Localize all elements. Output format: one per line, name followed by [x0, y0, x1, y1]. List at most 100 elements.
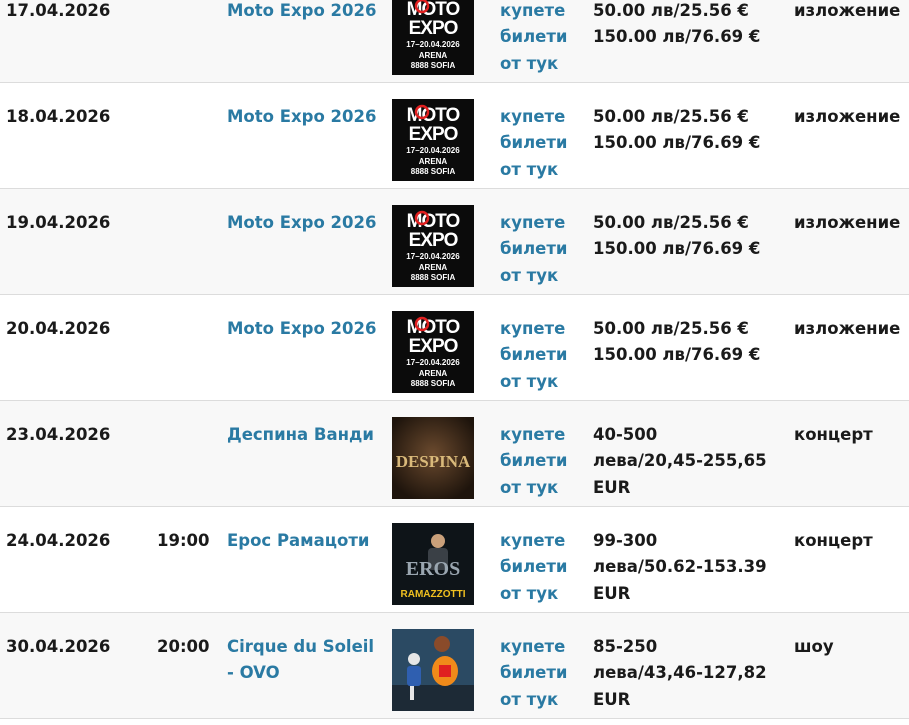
buy-tickets-label: билети: [500, 451, 568, 471]
svg-text:17–20.04.2026: 17–20.04.2026: [406, 146, 460, 155]
table-row: 30.04.2026 20:00 Cirque du Soleil - OVO ку…: [0, 613, 909, 719]
buy-tickets-label: купете: [500, 1, 566, 20]
svg-text:17–20.04.2026: 17–20.04.2026: [406, 358, 460, 367]
buy-tickets-link[interactable]: купете билети от тук: [500, 316, 580, 395]
buy-tickets-label: от тук: [500, 583, 559, 603]
event-title-link[interactable]: Moto Expo 2026: [227, 316, 382, 342]
price-line: 50.00 лв/25.56 €: [593, 213, 749, 232]
event-price: 99-300 лева/50.62-153.39 EUR: [593, 528, 788, 607]
price-line: 50.00 лв/25.56 €: [593, 319, 749, 338]
svg-text:17–20.04.2026: 17–20.04.2026: [406, 40, 460, 49]
price-line: 50.00 лв/25.56 €: [593, 1, 749, 20]
price-line: лева/50.62-153.39: [593, 557, 767, 577]
table-row: 24.04.2026 19:00 Ерос Рамацоти EROS RAMAZZ…: [0, 507, 909, 613]
svg-text:8888 SOFIA: 8888 SOFIA: [411, 167, 456, 176]
buy-tickets-label: билети: [500, 239, 568, 259]
event-price: 50.00 лв/25.56 € 150.00 лв/76.69 €: [593, 316, 788, 369]
buy-tickets-link[interactable]: купете билети от тук: [500, 104, 580, 183]
svg-text:8888 SOFIA: 8888 SOFIA: [411, 379, 456, 388]
event-title-link[interactable]: Moto Expo 2026: [227, 104, 382, 130]
event-title-link[interactable]: Ерос Рамацоти: [227, 528, 382, 554]
event-date: 19.04.2026: [6, 213, 111, 232]
table-row: 23.04.2026 Деспина Ванди DESPINA купете би…: [0, 401, 909, 507]
svg-text:MOTO: MOTO: [407, 105, 460, 126]
buy-tickets-link[interactable]: купете билети от тук: [500, 422, 580, 501]
svg-text:RAMAZZOTTI: RAMAZZOTTI: [401, 589, 466, 600]
buy-tickets-label: билети: [500, 133, 568, 153]
buy-tickets-label: от тук: [500, 477, 559, 497]
price-line: 40-500: [593, 425, 658, 444]
svg-text:ARENA: ARENA: [419, 263, 448, 272]
table-row: 18.04.2026 Moto Expo 2026 MOTO EXPO 17–20…: [0, 83, 909, 189]
price-line: 85-250: [593, 637, 658, 656]
table-row: 20.04.2026 Moto Expo 2026 MOTO EXPO 17–20…: [0, 295, 909, 401]
event-poster-image[interactable]: EROS RAMAZZOTTI: [392, 523, 474, 605]
buy-tickets-label: билети: [500, 27, 568, 47]
event-price: 50.00 лв/25.56 € 150.00 лв/76.69 €: [593, 0, 788, 51]
price-line: EUR: [593, 689, 631, 709]
buy-tickets-label: от тук: [500, 53, 559, 73]
event-type: шоу: [794, 637, 834, 656]
svg-text:ARENA: ARENA: [419, 51, 448, 60]
svg-text:MOTO: MOTO: [407, 317, 460, 338]
buy-tickets-label: билети: [500, 345, 568, 365]
event-type: изложение: [794, 107, 901, 126]
event-date: 18.04.2026: [6, 107, 111, 126]
event-date: 23.04.2026: [6, 425, 111, 444]
buy-tickets-label: билети: [500, 557, 568, 577]
buy-tickets-link[interactable]: купете билети от тук: [500, 634, 580, 713]
buy-tickets-label: купете: [500, 637, 566, 656]
buy-tickets-label: купете: [500, 425, 566, 444]
event-date: 30.04.2026: [6, 637, 111, 656]
event-type: изложение: [794, 213, 901, 232]
event-poster-image[interactable]: MOTO EXPO 17–20.04.2026 ARENA 8888 SOFIA: [392, 0, 474, 75]
event-price: 85-250 лева/43,46-127,82 EUR: [593, 634, 788, 713]
event-time: 19:00: [157, 531, 210, 550]
svg-text:EXPO: EXPO: [409, 336, 458, 357]
svg-text:EROS: EROS: [406, 558, 460, 580]
event-type: концерт: [794, 425, 873, 444]
svg-text:DESPINA: DESPINA: [396, 452, 471, 471]
buy-tickets-label: купете: [500, 319, 566, 338]
event-poster-image[interactable]: MOTO EXPO 17–20.04.2026 ARENA 8888 SOFIA: [392, 99, 474, 181]
svg-text:ARENA: ARENA: [419, 369, 448, 378]
svg-text:MOTO: MOTO: [407, 0, 460, 20]
event-date: 24.04.2026: [6, 531, 111, 550]
buy-tickets-link[interactable]: купете билети от тук: [500, 528, 580, 607]
svg-text:ARENA: ARENA: [419, 157, 448, 166]
price-line: 99-300: [593, 531, 658, 550]
events-table: 17.04.2026 Moto Expo 2026 MOTO EXPO 17–20…: [0, 0, 909, 719]
price-line: 150.00 лв/76.69 €: [593, 27, 761, 47]
svg-text:8888 SOFIA: 8888 SOFIA: [411, 273, 456, 282]
svg-text:EXPO: EXPO: [409, 124, 458, 145]
event-title-link[interactable]: Деспина Ванди: [227, 422, 382, 448]
buy-tickets-label: от тук: [500, 159, 559, 179]
price-line: 150.00 лв/76.69 €: [593, 345, 761, 365]
svg-text:17–20.04.2026: 17–20.04.2026: [406, 252, 460, 261]
event-title-link[interactable]: Cirque du Soleil - OVO: [227, 634, 382, 687]
buy-tickets-label: от тук: [500, 265, 559, 285]
price-line: EUR: [593, 477, 631, 497]
event-title-link[interactable]: Moto Expo 2026: [227, 210, 382, 236]
event-type: концерт: [794, 531, 873, 550]
buy-tickets-link[interactable]: купете билети от тук: [500, 0, 580, 77]
event-poster-image[interactable]: [392, 629, 474, 711]
svg-text:8888 SOFIA: 8888 SOFIA: [411, 61, 456, 70]
price-line: лева/43,46-127,82: [593, 663, 767, 683]
event-poster-image[interactable]: MOTO EXPO 17–20.04.2026 ARENA 8888 SOFIA: [392, 311, 474, 393]
event-date: 20.04.2026: [6, 319, 111, 338]
table-row: 19.04.2026 Moto Expo 2026 MOTO EXPO 17–20…: [0, 189, 909, 295]
svg-text:MOTO: MOTO: [407, 211, 460, 232]
buy-tickets-label: купете: [500, 531, 566, 550]
price-line: 150.00 лв/76.69 €: [593, 133, 761, 153]
event-poster-image[interactable]: DESPINA: [392, 417, 474, 499]
event-time: 20:00: [157, 637, 210, 656]
event-title-link[interactable]: Moto Expo 2026: [227, 0, 382, 24]
buy-tickets-link[interactable]: купете билети от тук: [500, 210, 580, 289]
svg-text:EXPO: EXPO: [409, 230, 458, 251]
event-price: 40-500 лева/20,45-255,65 EUR: [593, 422, 788, 501]
price-line: EUR: [593, 583, 631, 603]
event-price: 50.00 лв/25.56 € 150.00 лв/76.69 €: [593, 210, 788, 263]
svg-text:EXPO: EXPO: [409, 18, 458, 39]
event-poster-image[interactable]: MOTO EXPO 17–20.04.2026 ARENA 8888 SOFIA: [392, 205, 474, 287]
